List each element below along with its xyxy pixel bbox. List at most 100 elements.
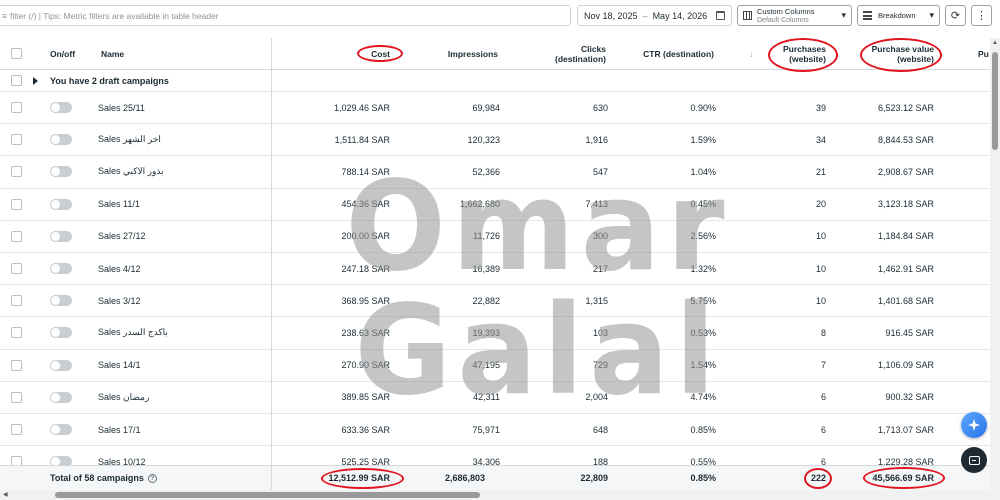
toggle-cell[interactable] xyxy=(50,350,72,381)
row-checkbox-cell[interactable] xyxy=(11,382,22,413)
toggle-cell[interactable] xyxy=(50,92,72,123)
toggle-cell[interactable] xyxy=(50,221,72,252)
toggle-cell[interactable] xyxy=(50,124,72,155)
row-checkbox-cell[interactable] xyxy=(11,156,22,187)
custom-columns-dropdown[interactable]: Custom Columns Default Columns ▾ xyxy=(737,5,852,26)
campaign-toggle[interactable] xyxy=(50,198,72,210)
campaign-toggle[interactable] xyxy=(50,134,72,146)
table-row[interactable]: Sales 4/12 247.18 SAR 16,389 217 1.32% 10 1,46… xyxy=(0,253,990,286)
campaign-toggle[interactable] xyxy=(50,359,72,371)
row-checkbox-cell[interactable] xyxy=(11,221,22,252)
toggle-cell[interactable] xyxy=(50,317,72,348)
row-checkbox[interactable] xyxy=(11,263,22,275)
row-checkbox-cell[interactable] xyxy=(11,253,22,284)
cell-purchase-value: 8,844.53 SAR xyxy=(877,134,934,145)
toggle-cell[interactable] xyxy=(50,253,72,284)
row-checkbox-cell[interactable] xyxy=(11,285,22,316)
scroll-left-arrow-icon[interactable]: ◀ xyxy=(3,491,8,498)
campaign-name[interactable]: Sales 11/1 xyxy=(98,189,140,220)
col-name[interactable]: Name xyxy=(101,38,124,69)
toggle-cell[interactable] xyxy=(50,189,72,220)
campaign-name[interactable]: Sales 25/11 xyxy=(98,92,145,123)
row-checkbox[interactable] xyxy=(11,295,22,307)
campaign-name[interactable]: Sales 27/12 xyxy=(98,221,146,252)
table-row[interactable]: Sales 27/12 200.00 SAR 11,726 300 2.56% 10 1,1… xyxy=(0,220,990,253)
total-cost: 12,512.99 SAR xyxy=(328,473,390,483)
campaign-name[interactable]: Sales 14/1 xyxy=(98,350,141,381)
cell-ctr: 1.32% xyxy=(690,263,716,274)
ai-assistant-button[interactable] xyxy=(961,412,987,438)
campaign-toggle[interactable] xyxy=(50,230,72,242)
col-next[interactable]: Pu xyxy=(978,38,989,69)
campaign-toggle[interactable] xyxy=(50,424,72,436)
toggle-cell[interactable] xyxy=(50,382,72,413)
cell-clicks: 729 xyxy=(592,360,608,371)
campaign-toggle[interactable] xyxy=(50,327,72,339)
filter-input[interactable]: ≡ filter (/) | Tips: Metric filters are … xyxy=(0,5,571,26)
chat-button[interactable] xyxy=(961,447,987,473)
col-purchase-value[interactable]: Purchase value (website) xyxy=(834,38,934,69)
campaign-name[interactable]: Sales 3/12 xyxy=(98,285,141,316)
toggle-cell[interactable] xyxy=(50,156,72,187)
campaign-name[interactable]: Sales اخر الشهر xyxy=(98,124,161,155)
row-checkbox[interactable] xyxy=(11,391,22,403)
select-all-checkbox[interactable] xyxy=(11,48,22,59)
campaign-toggle[interactable] xyxy=(50,166,72,178)
row-checkbox[interactable] xyxy=(11,134,22,146)
date-range-picker[interactable]: Nov 18, 2025 – May 14, 2026 xyxy=(577,5,732,26)
campaign-toggle[interactable] xyxy=(50,391,72,403)
col-purchases[interactable]: Purchases (website) xyxy=(726,38,826,69)
row-checkbox-cell[interactable] xyxy=(11,414,22,445)
campaign-name[interactable]: Sales رمضان xyxy=(98,382,149,413)
horizontal-scroll-thumb[interactable] xyxy=(55,492,480,498)
table-row[interactable]: Sales 14/1 270.90 SAR 47,195 729 1.54% 7 1,106… xyxy=(0,349,990,382)
col-impressions[interactable]: Impressions xyxy=(400,38,498,69)
table-row[interactable]: Sales 17/1 633.36 SAR 75,971 648 0.85% 6 1,713… xyxy=(0,414,990,447)
col-clicks[interactable]: Clicks (destination) xyxy=(508,38,606,69)
scroll-up-arrow-icon[interactable]: ▲ xyxy=(992,40,998,46)
col-ctr[interactable]: CTR (destination) xyxy=(616,38,714,69)
row-checkbox-cell[interactable] xyxy=(11,124,22,155)
campaign-name[interactable]: Sales باكدج السدر xyxy=(98,317,168,348)
info-icon[interactable]: ? xyxy=(147,473,157,483)
horizontal-scrollbar[interactable]: ◀ xyxy=(0,490,1000,500)
row-checkbox[interactable] xyxy=(11,198,22,210)
draft-checkbox[interactable] xyxy=(11,75,22,86)
vertical-scrollbar[interactable]: ▲ xyxy=(990,38,1000,491)
table-row[interactable]: Sales رمضان 389.85 SAR 42,311 2,004 4.74% 6 90… xyxy=(0,381,990,414)
breakdown-dropdown[interactable]: Breakdown ▾ xyxy=(857,5,940,26)
campaign-toggle[interactable] xyxy=(50,102,72,114)
row-checkbox[interactable] xyxy=(11,359,22,371)
more-button[interactable]: ⋮ xyxy=(971,5,992,26)
row-checkbox[interactable] xyxy=(11,102,22,114)
refresh-button[interactable]: ⟳ xyxy=(945,5,966,26)
table-row[interactable]: Sales باكدج السدر 238.63 SAR 19,393 103 0.53… xyxy=(0,317,990,350)
col-cost[interactable]: Cost xyxy=(280,38,390,69)
vertical-scroll-thumb[interactable] xyxy=(992,52,998,150)
row-checkbox-cell[interactable] xyxy=(11,92,22,123)
toggle-cell[interactable] xyxy=(50,285,72,316)
campaign-toggle[interactable] xyxy=(50,263,72,275)
row-checkbox-cell[interactable] xyxy=(11,189,22,220)
campaign-name[interactable]: Sales 4/12 xyxy=(98,253,141,284)
campaign-name[interactable]: Sales 17/1 xyxy=(98,414,141,445)
draft-row[interactable]: You have 2 draft campaigns xyxy=(0,70,990,92)
campaign-name[interactable]: Sales بذور الاكبي xyxy=(98,156,164,187)
table-row[interactable]: Sales بذور الاكبي 788.14 SAR 52,366 547 1.04… xyxy=(0,156,990,189)
expand-triangle-icon[interactable] xyxy=(33,76,38,85)
col-onoff[interactable]: On/off xyxy=(50,38,75,69)
table-row[interactable]: Sales 11/1 454.36 SAR 1,662,680 7,413 0.45% 2… xyxy=(0,188,990,221)
table-row[interactable]: Sales 3/12 368.95 SAR 22,882 1,315 5.75% 10 1,… xyxy=(0,285,990,318)
row-checkbox-cell[interactable] xyxy=(11,350,22,381)
campaign-toggle[interactable] xyxy=(50,295,72,307)
table-row[interactable]: Sales 25/11 1,029.46 SAR 69,984 630 0.90% 39 6… xyxy=(0,92,990,125)
row-checkbox[interactable] xyxy=(11,166,22,178)
row-checkbox-cell[interactable] xyxy=(11,317,22,348)
row-checkbox[interactable] xyxy=(11,327,22,339)
table-row[interactable]: Sales اخر الشهر 1,511.84 SAR 120,323 1,916 1… xyxy=(0,124,990,157)
cell-clicks: 103 xyxy=(592,327,608,338)
toggle-cell[interactable] xyxy=(50,414,72,445)
row-checkbox[interactable] xyxy=(11,230,22,242)
row-checkbox[interactable] xyxy=(11,424,22,436)
select-all-checkbox-cell[interactable] xyxy=(11,38,22,69)
